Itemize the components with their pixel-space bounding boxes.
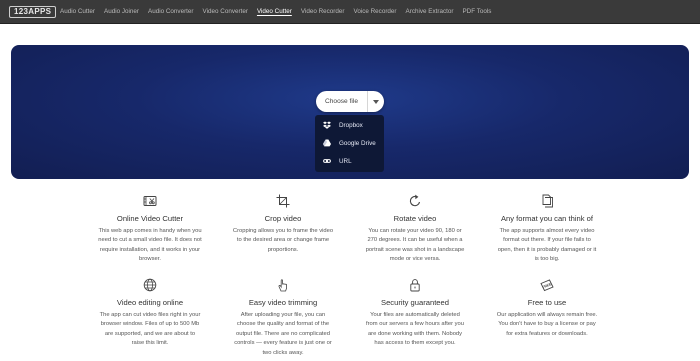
link-icon <box>323 157 331 165</box>
nav-item-archive-extractor[interactable]: Archive Extractor <box>406 0 454 24</box>
google-drive-icon <box>323 139 331 147</box>
top-nav-bar: 123APPS Audio Cutter Audio Joiner Audio … <box>0 0 700 24</box>
lock-icon <box>410 279 420 292</box>
crop-icon <box>276 194 290 208</box>
choose-file-button[interactable]: Choose file <box>316 91 384 112</box>
nav-item-video-recorder[interactable]: Video Recorder <box>301 0 345 24</box>
feature-title: Any format you can think of <box>500 214 593 223</box>
feature-free-to-use: FREE Free to use Our application will al… <box>467 278 627 339</box>
logo[interactable]: 123APPS <box>9 6 57 18</box>
nav-item-voice-recorder[interactable]: Voice Recorder <box>353 0 396 24</box>
menu-item-label: URL <box>339 157 352 165</box>
film-scissors-icon <box>143 196 157 206</box>
nav-item-pdf-tools[interactable]: PDF Tools <box>462 0 491 24</box>
menu-item-url[interactable]: URL <box>315 153 384 169</box>
documents-icon <box>542 194 553 208</box>
feature-any-format: Any format you can think of The app supp… <box>467 194 627 265</box>
nav-item-audio-cutter[interactable]: Audio Cutter <box>60 0 95 24</box>
nav-item-video-converter[interactable]: Video Converter <box>203 0 248 24</box>
globe-icon <box>143 278 157 292</box>
upload-source-menu: Dropbox Google Drive URL <box>315 115 384 172</box>
feature-description: The app supports almost every video forma… <box>497 228 597 263</box>
feature-description: Our application will always remain free.… <box>496 312 598 337</box>
menu-item-label: Dropbox <box>339 121 363 129</box>
chevron-down-icon[interactable] <box>368 99 384 104</box>
nav-item-audio-joiner[interactable]: Audio Joiner <box>104 0 139 24</box>
hand-pointer-icon <box>278 279 287 292</box>
free-tag-icon: FREE <box>540 279 554 292</box>
menu-item-google-drive[interactable]: Google Drive <box>315 135 384 151</box>
menu-item-label: Google Drive <box>339 139 376 147</box>
feature-title: Free to use <box>527 298 567 307</box>
nav-menu: Audio Cutter Audio Joiner Audio Converte… <box>60 0 500 24</box>
menu-item-dropbox[interactable]: Dropbox <box>315 117 384 133</box>
dropbox-icon <box>323 121 331 129</box>
choose-file-label: Choose file <box>325 98 358 105</box>
nav-item-audio-converter[interactable]: Audio Converter <box>148 0 194 24</box>
rotate-icon <box>409 194 421 207</box>
nav-item-video-cutter[interactable]: Video Cutter <box>257 0 292 24</box>
